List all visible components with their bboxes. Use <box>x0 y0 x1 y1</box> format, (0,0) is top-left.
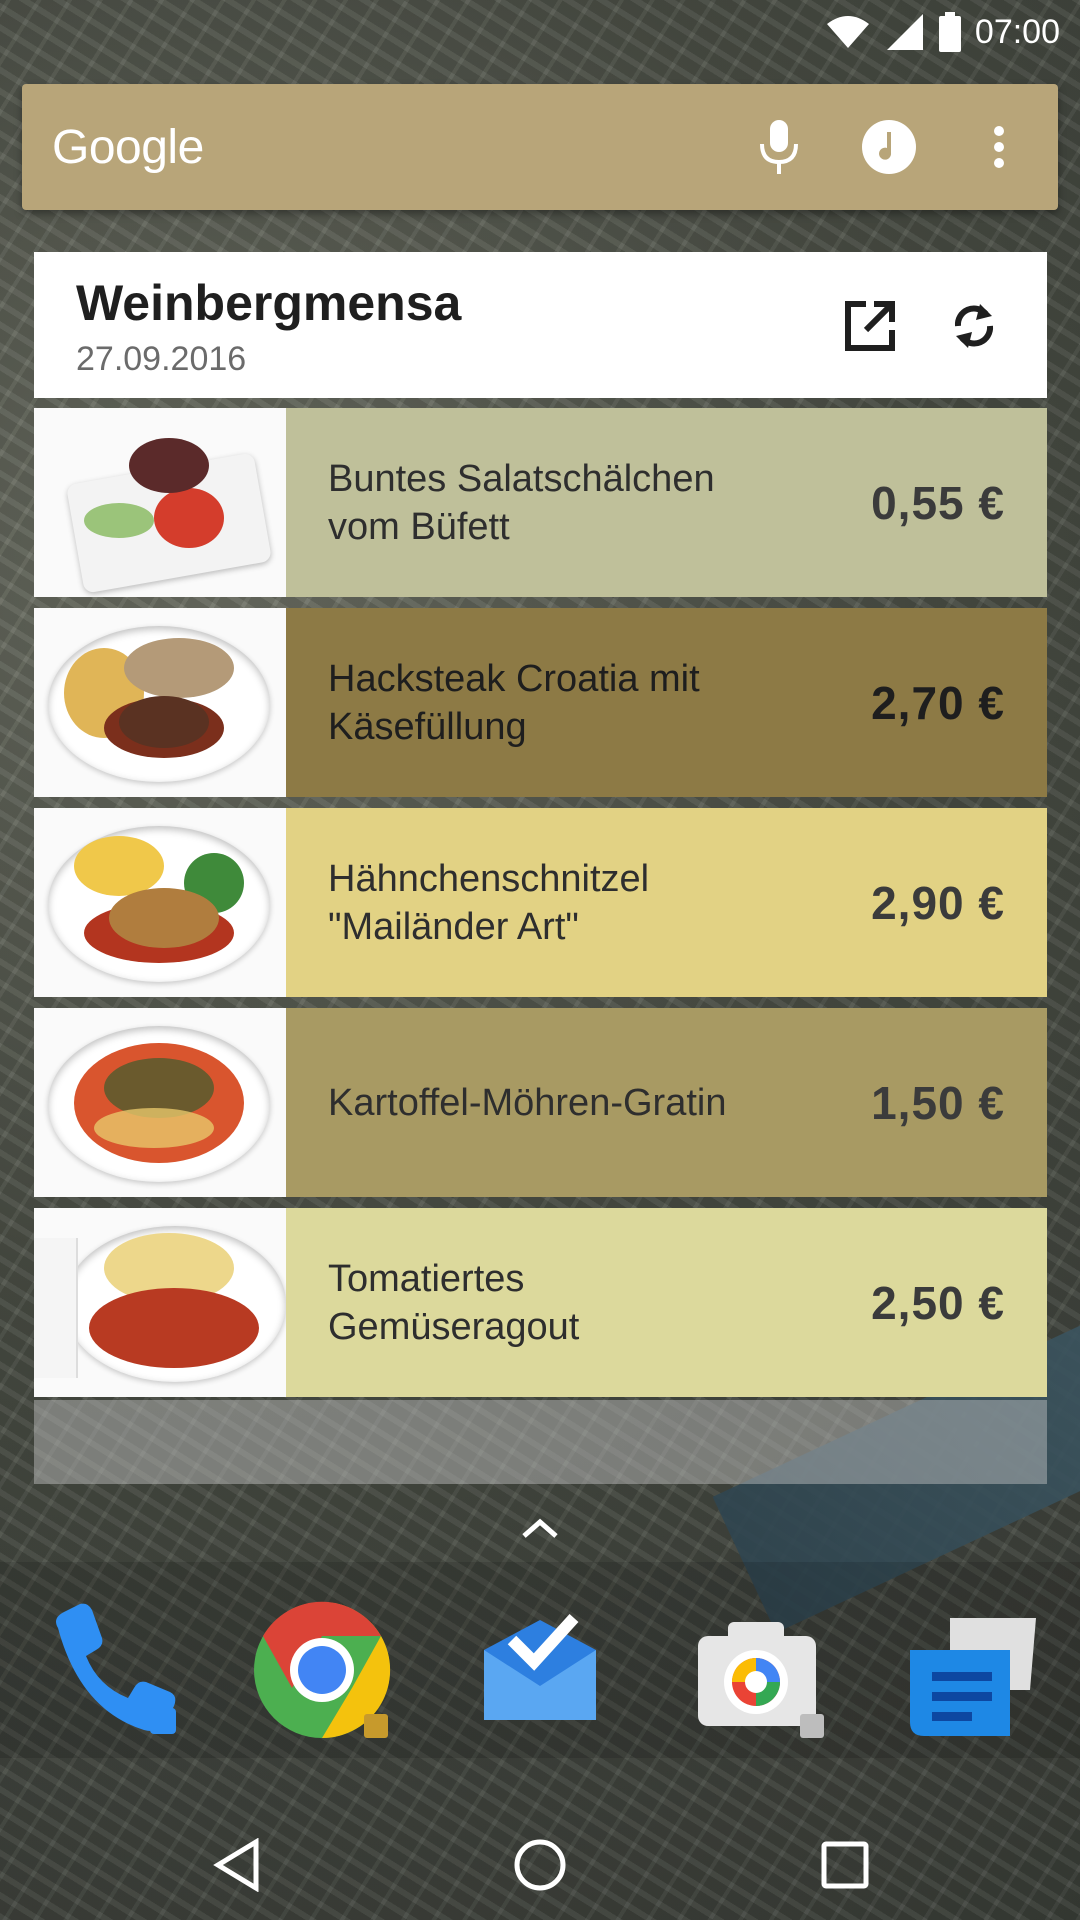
camera-icon[interactable] <box>688 1600 828 1740</box>
messenger-icon[interactable] <box>900 1600 1040 1740</box>
chrome-icon[interactable] <box>252 1600 392 1740</box>
menu-list: Buntes Salatschälchen vom Büfett 0,55 € … <box>34 408 1047 1408</box>
dish-photo <box>34 1008 286 1197</box>
dish-name: Tomatiertes Gemüseragout <box>328 1257 580 1348</box>
menu-item-hacksteak[interactable]: Hacksteak Croatia mit Käsefüllung 2,70 € <box>34 608 1047 797</box>
app-drawer-chevron-up-icon[interactable] <box>520 1516 560 1545</box>
dish-name: Buntes Salatschälchen vom Büfett <box>328 457 715 548</box>
inbox-icon[interactable] <box>470 1600 610 1740</box>
dish-price: 1,50 € <box>871 1076 1005 1129</box>
phone-icon[interactable] <box>40 1600 180 1740</box>
dish-price: 2,50 € <box>871 1276 1005 1329</box>
dish-photo <box>34 408 286 597</box>
home-icon[interactable] <box>505 1830 575 1900</box>
back-icon[interactable] <box>202 1830 272 1900</box>
menu-item-haehnchenschnitzel[interactable]: Hähnchenschnitzel "Mailänder Art" 2,90 € <box>34 808 1047 997</box>
dish-row-body: Tomatiertes Gemüseragout 2,50 € <box>286 1208 1047 1397</box>
dish-photo <box>34 808 286 997</box>
dish-row-body: Hacksteak Croatia mit Käsefüllung 2,70 € <box>286 608 1047 797</box>
mensa-date: 27.09.2016 <box>76 340 247 378</box>
google-logo: Google <box>52 120 204 174</box>
dish-name: Hähnchenschnitzel "Mailänder Art" <box>328 857 650 948</box>
mensa-title: Weinbergmensa <box>76 275 462 331</box>
dish-row-body: Hähnchenschnitzel "Mailänder Art" 2,90 € <box>286 808 1047 997</box>
dish-name: Kartoffel-Möhren-Gratin <box>328 1081 727 1124</box>
dish-price: 0,55 € <box>871 476 1005 529</box>
battery-icon <box>938 12 961 52</box>
menu-item-salad[interactable]: Buntes Salatschälchen vom Büfett 0,55 € <box>34 408 1047 597</box>
dish-photo <box>34 608 286 797</box>
dish-name: Hacksteak Croatia mit Käsefüllung <box>328 657 700 748</box>
more-vert-icon[interactable] <box>966 125 1032 169</box>
status-time: 07:00 <box>974 12 1060 51</box>
mensa-vital-logo <box>34 1238 78 1378</box>
dish-price: 2,90 € <box>871 876 1005 929</box>
dish-row-body: Kartoffel-Möhren-Gratin 1,50 € <box>286 1008 1047 1197</box>
music-icon[interactable] <box>856 120 922 174</box>
signal-icon <box>885 12 925 52</box>
mensa-widget-header: Weinbergmensa 27.09.2016 <box>34 252 1047 398</box>
dish-price: 2,70 € <box>871 676 1005 729</box>
google-search-bar[interactable]: Google <box>22 84 1058 210</box>
recents-icon[interactable] <box>810 1830 880 1900</box>
dish-photo <box>34 1208 286 1397</box>
status-bar: 07:00 <box>0 0 1080 64</box>
menu-item-gemueseragout[interactable]: Tomatiertes Gemüseragout 2,50 € <box>34 1208 1047 1397</box>
open-external-icon[interactable] <box>840 296 900 356</box>
menu-item-gratin[interactable]: Kartoffel-Möhren-Gratin 1,50 € <box>34 1008 1047 1197</box>
refresh-icon[interactable] <box>944 296 1004 356</box>
mic-icon[interactable] <box>746 120 812 174</box>
dish-row-body: Buntes Salatschälchen vom Büfett 0,55 € <box>286 408 1047 597</box>
wifi-icon <box>825 14 871 50</box>
widget-footer <box>34 1400 1047 1484</box>
